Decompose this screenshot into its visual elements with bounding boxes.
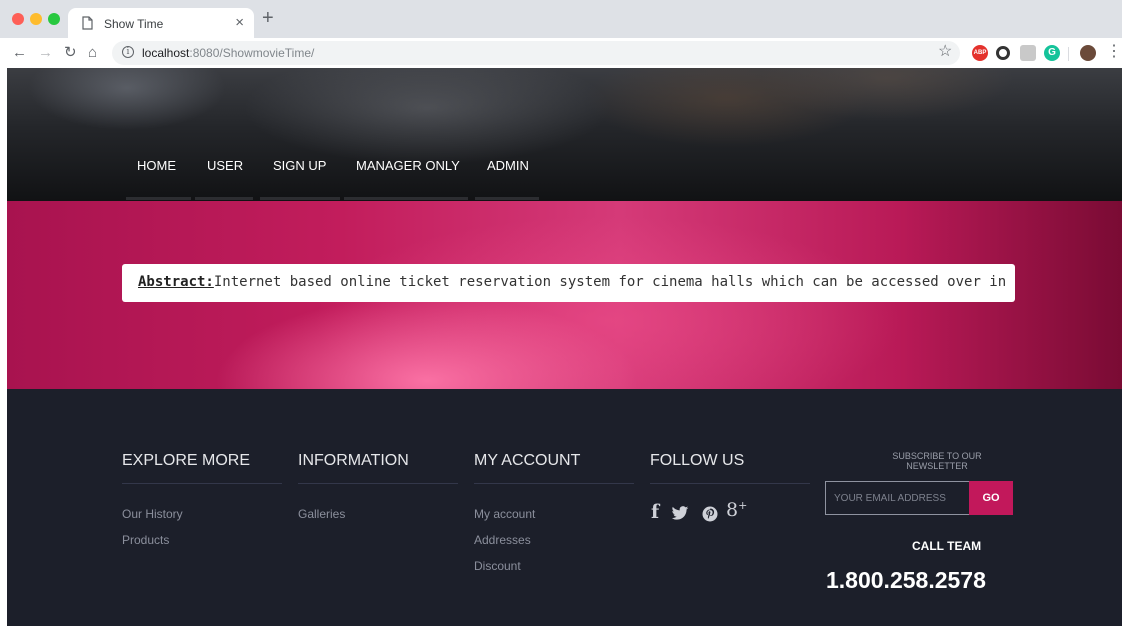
footer-title-my-account: MY ACCOUNT <box>474 452 581 469</box>
footer-link-my-account[interactable]: My account <box>474 507 535 521</box>
extension-square-icon[interactable] <box>1020 45 1036 61</box>
maximize-window-button[interactable] <box>48 13 60 25</box>
nav-admin[interactable]: ADMIN <box>487 158 529 173</box>
footer-divider <box>474 483 634 484</box>
nav-user[interactable]: USER <box>207 158 243 173</box>
nav-underline <box>195 197 253 200</box>
nav-underline <box>475 197 539 200</box>
abstract-box: Abstract:Internet based online ticket re… <box>122 264 1015 302</box>
page-icon <box>82 16 93 30</box>
nav-sign-up[interactable]: SIGN UP <box>273 158 326 173</box>
newsletter-email-input[interactable] <box>825 481 971 515</box>
adblock-extension-icon[interactable]: ABP <box>972 45 988 61</box>
footer-link-discount[interactable]: Discount <box>474 559 521 573</box>
phone-number: 1.800.258.2578 <box>826 567 986 593</box>
newsletter-go-button[interactable]: GO <box>969 481 1013 515</box>
profile-avatar[interactable] <box>1080 45 1096 61</box>
grammarly-extension-icon[interactable]: G <box>1044 45 1060 61</box>
footer-divider <box>298 483 458 484</box>
url-host: localhost <box>142 46 190 60</box>
abstract-text: Internet based online ticket reservation… <box>213 274 1007 290</box>
browser-tab[interactable]: Show Time × <box>68 8 254 38</box>
google-plus-icon[interactable]: 8+ <box>726 499 747 521</box>
pinterest-icon[interactable] <box>702 506 718 522</box>
nav-home[interactable]: HOME <box>137 158 176 173</box>
call-team-label: CALL TEAM <box>912 539 982 553</box>
sync-extension-icon[interactable] <box>996 46 1010 60</box>
tab-close-icon[interactable]: × <box>235 14 244 31</box>
hero-header: HOME USER SIGN UP MANAGER ONLY ADMIN <box>7 68 1122 201</box>
nav-underline <box>344 197 468 200</box>
footer-title-information: INFORMATION <box>298 452 409 469</box>
menu-kebab-icon[interactable]: ⋮ <box>1106 43 1122 61</box>
footer-link-addresses[interactable]: Addresses <box>474 533 531 547</box>
info-icon[interactable]: i <box>122 46 134 58</box>
nav-underline <box>126 197 191 200</box>
new-tab-button[interactable]: + <box>262 8 274 28</box>
newsletter-title: SUBSCRIBE TO OUR NEWSLETTER <box>892 451 982 471</box>
footer-link-galleries[interactable]: Galleries <box>298 507 345 521</box>
back-icon[interactable]: ← <box>12 44 27 62</box>
twitter-icon[interactable] <box>671 506 689 521</box>
nav-manager-only[interactable]: MANAGER ONLY <box>356 158 460 173</box>
browser-toolbar: ← → ↻ ⌂ i localhost:8080/ShowmovieTime/ … <box>0 38 1122 69</box>
toolbar-divider <box>1068 47 1069 61</box>
footer-title-follow-us: FOLLOW US <box>650 452 745 469</box>
minimize-window-button[interactable] <box>30 13 42 25</box>
reload-icon[interactable]: ↻ <box>64 44 77 62</box>
address-bar[interactable]: i localhost:8080/ShowmovieTime/ <box>112 41 960 65</box>
footer-link-products[interactable]: Products <box>122 533 169 547</box>
footer-link-our-history[interactable]: Our History <box>122 507 183 521</box>
browser-tab-bar: Show Time × + <box>0 0 1122 38</box>
footer-title-explore-more: EXPLORE MORE <box>122 452 251 469</box>
bookmark-star-icon[interactable]: ☆ <box>938 43 952 61</box>
url-text: localhost:8080/ShowmovieTime/ <box>142 46 314 60</box>
tab-title: Show Time <box>104 17 164 31</box>
footer-divider <box>122 483 282 484</box>
nav-underline <box>260 197 340 200</box>
abstract-label: Abstract: <box>138 274 214 290</box>
url-path: :8080/ShowmovieTime/ <box>189 46 315 60</box>
home-icon[interactable]: ⌂ <box>88 44 97 62</box>
main-navigation: HOME USER SIGN UP MANAGER ONLY ADMIN <box>7 68 1122 201</box>
footer-divider <box>650 483 810 484</box>
facebook-icon[interactable]: f <box>651 501 659 523</box>
close-window-button[interactable] <box>12 13 24 25</box>
site-footer: EXPLORE MORE Our History Products INFORM… <box>7 389 1122 626</box>
abstract-banner: Abstract:Internet based online ticket re… <box>7 201 1122 389</box>
forward-icon[interactable]: → <box>38 44 53 62</box>
page-left-edge <box>0 68 7 626</box>
